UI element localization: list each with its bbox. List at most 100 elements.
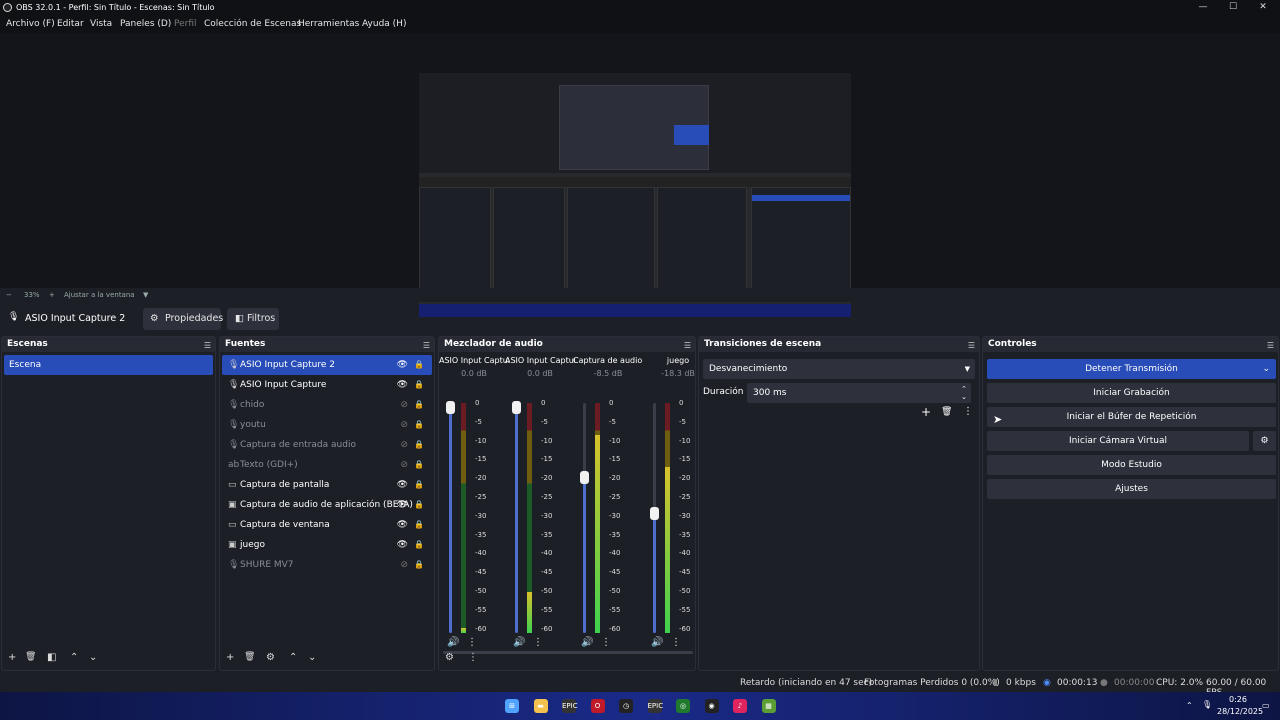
close-button[interactable]: ✕ <box>1248 0 1278 15</box>
virtual-camera-settings-button[interactable]: ⚙ <box>1253 431 1276 451</box>
source-row[interactable]: ▭ Captura de pantalla 👁 🔒 <box>222 475 432 495</box>
duration-field[interactable]: 300 ms ⌃ ⌄ <box>747 383 971 403</box>
transition-menu-icon[interactable]: ⋮ <box>963 406 973 417</box>
chevron-down-icon[interactable]: ⌄ <box>1262 359 1270 379</box>
advanced-audio-icon[interactable]: ⚙ <box>445 652 454 663</box>
fit-window-option[interactable]: Ajustar a la ventana <box>64 291 135 299</box>
remove-transition-icon[interactable]: 🗑 <box>941 407 952 417</box>
lock-icon[interactable]: 🔒 <box>414 355 424 375</box>
transition-select[interactable]: Desvanecimiento ▼ <box>703 359 975 379</box>
minimize-button[interactable]: — <box>1188 0 1218 15</box>
move-down-icon[interactable]: ⌄ <box>89 652 97 663</box>
zoom-in-button[interactable]: + <box>49 291 55 299</box>
menu-edit[interactable]: Editar <box>57 19 84 29</box>
clock-icon[interactable]: ◷ <box>619 699 633 713</box>
menu-profile[interactable]: Perfil <box>174 19 197 29</box>
zoom-dropdown-icon[interactable]: ▼ <box>143 291 148 299</box>
volume-slider[interactable] <box>650 403 659 633</box>
volume-slider[interactable] <box>580 403 589 633</box>
file-explorer-icon[interactable]: ▬ <box>533 699 548 713</box>
xbox-icon[interactable]: ◎ <box>676 699 690 713</box>
settings-button[interactable]: Ajustes <box>987 479 1276 499</box>
lock-icon[interactable]: 🔒 <box>414 535 424 555</box>
eye-icon[interactable]: 👁 <box>397 475 408 495</box>
menu-file[interactable]: Archivo (F) <box>6 19 55 29</box>
start-recording-button[interactable]: Iniciar Grabación <box>987 383 1276 403</box>
source-properties-icon[interactable]: ⚙ <box>266 652 275 663</box>
menu-docks[interactable]: Paneles (D) <box>120 19 171 29</box>
source-row[interactable]: ▭ Captura de ventana 👁 🔒 <box>222 515 432 535</box>
lock-icon[interactable]: 🔒 <box>414 375 424 395</box>
eye-off-icon[interactable]: ⊘ <box>400 455 408 475</box>
music-icon[interactable]: ♪ <box>733 699 747 713</box>
properties-button[interactable]: ⚙ Propiedades <box>143 308 223 330</box>
remove-source-icon[interactable]: 🗑 <box>244 652 255 662</box>
eye-icon[interactable]: 👁 <box>397 355 408 375</box>
clock-date[interactable]: 28/12/2025 <box>1217 707 1263 716</box>
source-row[interactable]: 🎙 Captura de entrada audio ⊘ 🔒 <box>222 435 432 455</box>
channel-menu-icon[interactable]: ⋮ <box>467 637 477 647</box>
eye-icon[interactable]: 👁 <box>397 515 408 535</box>
source-row[interactable]: ab Texto (GDI+) ⊘ 🔒 <box>222 455 432 475</box>
lock-icon[interactable]: 🔒 <box>414 435 424 455</box>
channel-menu-icon[interactable]: ⋮ <box>533 637 543 647</box>
dock-menu-icon[interactable]: ☰ <box>968 338 975 353</box>
eye-off-icon[interactable]: ⊘ <box>400 415 408 435</box>
volume-handle[interactable] <box>446 401 455 414</box>
volume-slider[interactable] <box>446 401 455 633</box>
menu-scene-collection[interactable]: Colección de Escenas <box>204 19 301 29</box>
source-row[interactable]: 🎙 ASIO Input Capture 2 👁 🔒 <box>222 355 432 375</box>
add-source-icon[interactable]: + <box>226 652 234 663</box>
dock-menu-icon[interactable]: ☰ <box>204 338 211 353</box>
eye-icon[interactable]: 👁 <box>397 535 408 555</box>
preview-area[interactable] <box>0 33 1280 317</box>
move-up-icon[interactable]: ⌃ <box>70 652 78 663</box>
lock-icon[interactable]: 🔒 <box>414 495 424 515</box>
virtual-camera-button[interactable]: Iniciar Cámara Virtual <box>987 431 1249 451</box>
lock-icon[interactable]: 🔒 <box>414 415 424 435</box>
dock-menu-icon[interactable]: ☰ <box>1267 338 1274 353</box>
eye-icon[interactable]: 👁 <box>397 375 408 395</box>
source-row[interactable]: 🎙 ASIO Input Capture 👁 🔒 <box>222 375 432 395</box>
lock-icon[interactable]: 🔒 <box>414 555 424 575</box>
volume-handle[interactable] <box>512 401 521 414</box>
epic-games-icon[interactable]: EPIC <box>562 699 578 713</box>
speaker-icon[interactable]: 🔊 <box>651 637 663 647</box>
notifications-icon[interactable]: ▭ <box>1262 701 1270 710</box>
stop-streaming-button[interactable]: Detener Transmisión ⌄ <box>987 359 1276 379</box>
source-row[interactable]: 🎙 SHURE MV7 ⊘ 🔒 <box>222 555 432 575</box>
speaker-icon[interactable]: 🔊 <box>513 637 525 647</box>
eye-off-icon[interactable]: ⊘ <box>400 395 408 415</box>
zoom-out-button[interactable]: − <box>6 291 12 299</box>
opera-icon[interactable]: O <box>590 699 605 713</box>
lock-icon[interactable]: 🔒 <box>414 515 424 535</box>
source-row[interactable]: 🎙 youtu ⊘ 🔒 <box>222 415 432 435</box>
move-up-icon[interactable]: ⌃ <box>289 652 297 663</box>
tray-mic-icon[interactable]: 🎙 <box>1202 700 1212 709</box>
volume-handle[interactable] <box>650 507 659 521</box>
clock-time[interactable]: 0:26 <box>1229 695 1247 704</box>
add-transition-icon[interactable]: + <box>921 405 931 419</box>
menu-tools[interactable]: Herramientas <box>298 19 359 29</box>
lock-icon[interactable]: 🔒 <box>414 455 424 475</box>
windows-start-icon[interactable]: ⊞ <box>505 699 519 713</box>
maximize-button[interactable]: ☐ <box>1218 0 1248 15</box>
channel-menu-icon[interactable]: ⋮ <box>601 637 611 647</box>
source-row[interactable]: 🎙 chido ⊘ 🔒 <box>222 395 432 415</box>
scene-filters-icon[interactable]: ◧ <box>47 652 56 663</box>
mixer-menu-icon[interactable]: ⋮ <box>468 652 478 663</box>
menu-view[interactable]: Vista <box>90 19 112 29</box>
tray-chevron-icon[interactable]: ⌃ <box>1186 701 1193 710</box>
lock-icon[interactable]: 🔒 <box>414 395 424 415</box>
source-row[interactable]: ▣ juego 👁 🔒 <box>222 535 432 555</box>
epic-games-icon[interactable]: EPIC <box>647 699 663 713</box>
menu-help[interactable]: Ayuda (H) <box>362 19 406 29</box>
speaker-icon[interactable]: 🔊 <box>447 637 459 647</box>
remove-scene-icon[interactable]: 🗑 <box>25 652 36 662</box>
volume-slider[interactable] <box>512 401 521 633</box>
eye-icon[interactable]: 👁 <box>397 495 408 515</box>
source-row[interactable]: ▣ Captura de audio de aplicación (BETA) 👁 🔒 <box>222 495 432 515</box>
minecraft-icon[interactable]: ▦ <box>761 699 776 713</box>
eye-off-icon[interactable]: ⊘ <box>400 435 408 455</box>
spin-down-icon[interactable]: ⌄ <box>961 387 967 407</box>
